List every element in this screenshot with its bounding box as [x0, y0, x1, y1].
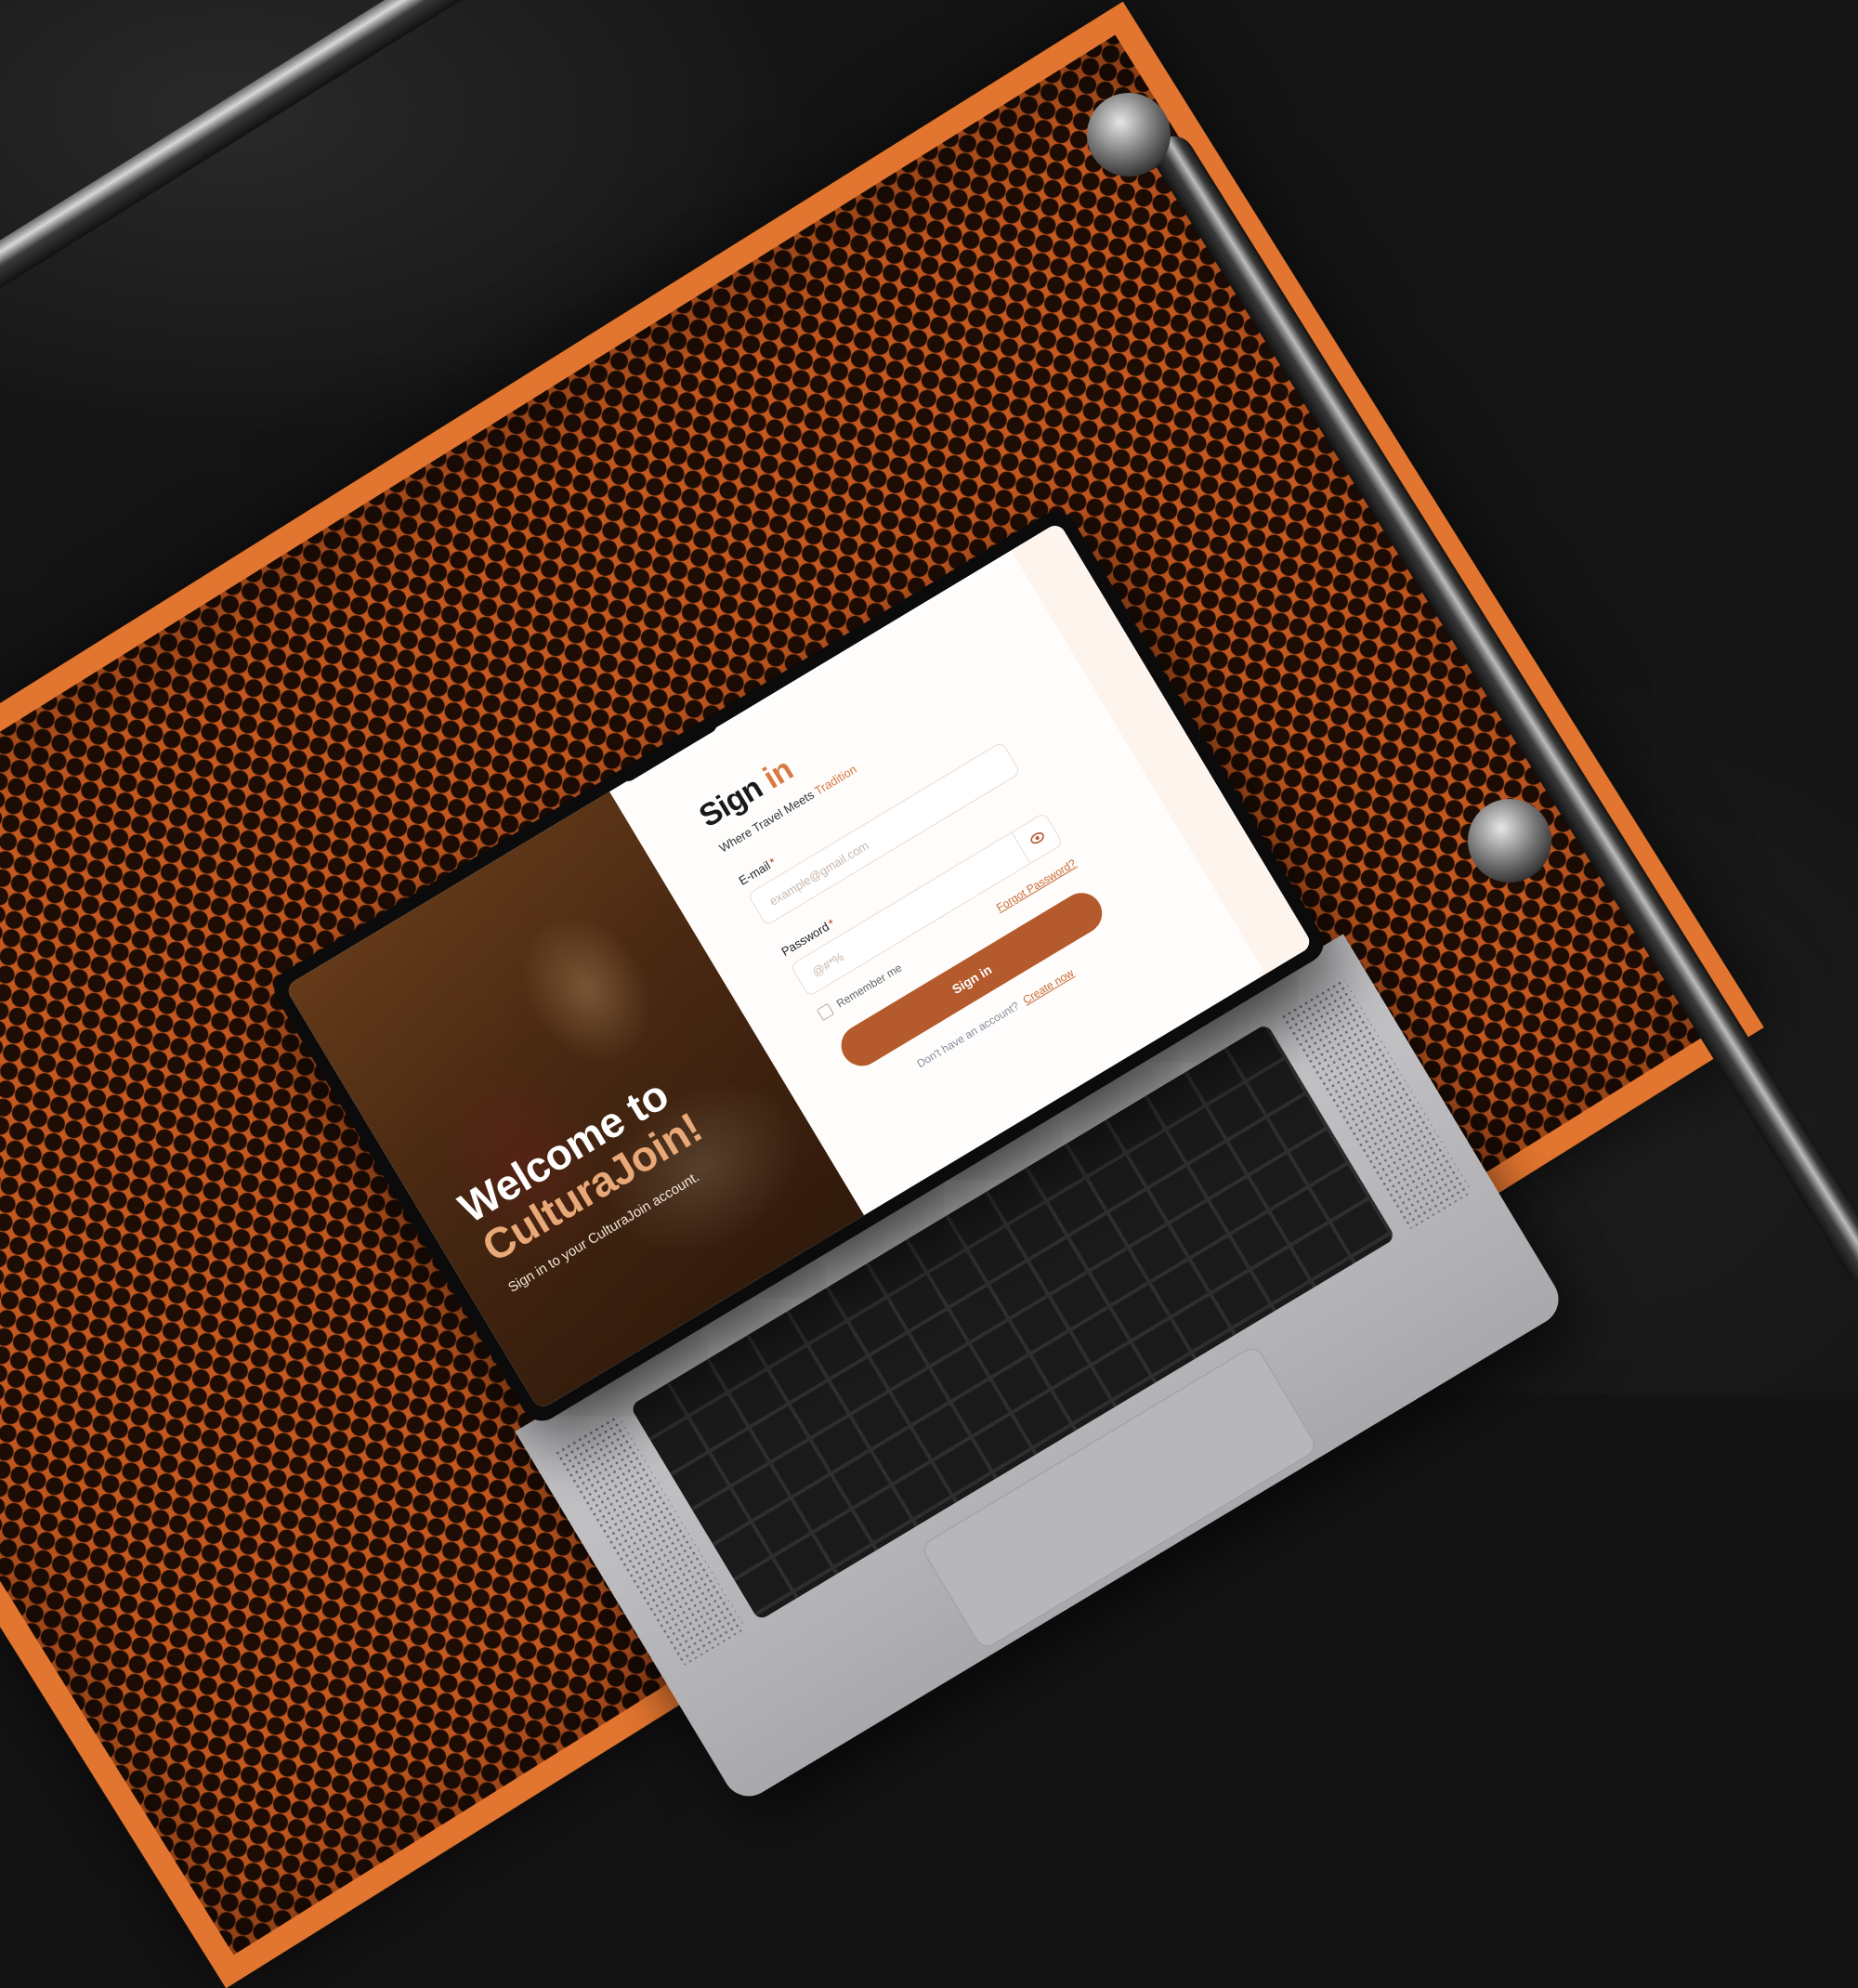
- remember-me-checkbox[interactable]: [817, 1002, 835, 1021]
- rail-joint: [1468, 799, 1551, 883]
- hero-text: Welcome to CulturaJoin! Sign in to your …: [451, 1066, 725, 1296]
- signin-heading-accent: in: [757, 752, 799, 796]
- create-account-link[interactable]: Create now: [1020, 966, 1076, 1007]
- eye-icon: [1030, 831, 1045, 844]
- rail-joint: [1087, 93, 1171, 177]
